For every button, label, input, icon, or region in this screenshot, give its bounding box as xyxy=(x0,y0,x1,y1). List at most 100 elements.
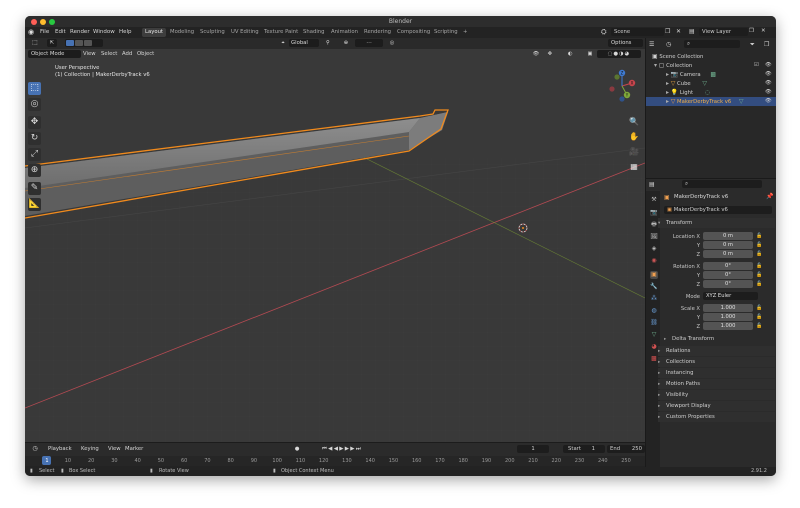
timeline-menu-keying[interactable]: Keying xyxy=(81,445,99,453)
lock-icon[interactable]: 🔓 xyxy=(756,323,762,329)
expand-triangle-icon[interactable]: ▾ xyxy=(654,61,657,70)
scale-z-field[interactable]: 1.000 xyxy=(703,322,753,330)
viewport-menu-select[interactable]: Select xyxy=(101,50,117,58)
options-dropdown[interactable]: Options xyxy=(608,39,643,47)
tab-shading[interactable]: Shading xyxy=(300,28,328,37)
location-x-field[interactable]: 0 m xyxy=(703,232,753,240)
tool-tab-icon[interactable]: ⚒ xyxy=(650,196,658,204)
outliner-row-light[interactable]: ▸ 💡 Light ◌ 👁 xyxy=(646,88,776,97)
timeline-editor[interactable]: ◷ Playback Keying View Marker ● ⏮◀◀▶▶▶⏭ … xyxy=(25,442,658,467)
transform-orientation-dropdown[interactable]: Global xyxy=(289,39,319,47)
material-tab-icon[interactable]: ◕ xyxy=(650,343,658,351)
texture-tab-icon[interactable]: ▩ xyxy=(650,355,658,363)
overlays-icon[interactable]: ◐ xyxy=(565,50,575,58)
instancing-panel[interactable]: ▸ Instancing xyxy=(658,368,775,378)
relations-panel[interactable]: ▸ Relations xyxy=(658,346,775,356)
data-tab-icon[interactable]: ▽ xyxy=(650,331,658,339)
outliner-editor-type-icon[interactable]: ☰ xyxy=(649,41,654,48)
proportional-editing-icon[interactable]: ◎ xyxy=(387,39,397,47)
outliner-row-scene-collection[interactable]: ▣ Scene Collection xyxy=(646,52,776,61)
modifier-tab-icon[interactable]: 🔧 xyxy=(650,283,658,291)
timeline-editor-type-icon[interactable]: ◷ xyxy=(29,445,41,453)
delta-transform-subpanel[interactable]: ▸ Delta Transform xyxy=(664,334,774,344)
pin-icon[interactable]: 📌 xyxy=(766,193,773,200)
outliner-search-input[interactable]: ⌕ xyxy=(684,40,740,48)
viewport-shading-icons[interactable]: ◌●◑◕ xyxy=(597,50,641,58)
object-tab-icon[interactable]: ▣ xyxy=(650,271,658,279)
eye-icon[interactable]: 👁 xyxy=(765,97,772,106)
world-tab-icon[interactable]: ◉ xyxy=(650,257,658,265)
lock-icon[interactable]: 🔓 xyxy=(756,233,762,239)
transform-orientation-icon[interactable]: ⌖ xyxy=(277,39,289,47)
tab-modeling[interactable]: Modeling xyxy=(167,28,197,37)
menu-edit[interactable]: Edit xyxy=(55,29,66,35)
menu-file[interactable]: File xyxy=(40,29,49,35)
timeline-menu-view[interactable]: View xyxy=(108,445,121,453)
new-scene-icon[interactable]: ❐ xyxy=(665,28,670,35)
scene-selector[interactable]: Scene xyxy=(611,28,664,36)
outliner-row-camera[interactable]: ▸ 📷 Camera ▩ 👁 xyxy=(646,70,776,79)
filter-icon[interactable]: ⏷ xyxy=(750,41,755,49)
transform-panel-header[interactable]: ▾ Transform xyxy=(658,218,775,228)
constraints-tab-icon[interactable]: ⛓ xyxy=(650,319,658,327)
tab-animation[interactable]: Animation xyxy=(328,28,361,37)
editor-type-icon[interactable]: ⬚ xyxy=(28,39,42,47)
collections-panel[interactable]: ▸ Collections xyxy=(658,357,775,367)
checkbox-icon[interactable]: ☑ xyxy=(754,61,759,70)
delete-scene-icon[interactable]: ✕ xyxy=(676,28,681,35)
rotation-x-field[interactable]: 0° xyxy=(703,262,753,270)
location-z-field[interactable]: 0 m xyxy=(703,250,753,258)
object-name-field[interactable]: ▣ MakerDerbyTrack v6 xyxy=(664,206,772,214)
scale-y-field[interactable]: 1.000 xyxy=(703,313,753,321)
eye-icon[interactable]: 👁 xyxy=(765,61,772,70)
tab-compositing[interactable]: Compositing xyxy=(394,28,433,37)
cursor-tool[interactable]: ◎ xyxy=(28,98,41,111)
annotate-tool[interactable]: ✎ xyxy=(28,182,41,195)
custom-properties-panel[interactable]: ▸ Custom Properties xyxy=(658,412,775,422)
lock-icon[interactable]: 🔓 xyxy=(756,281,762,287)
view-layer-tab-icon[interactable]: 🖼 xyxy=(650,233,658,241)
visibility-eye-icon[interactable]: 👁 xyxy=(531,50,541,58)
menu-help[interactable]: Help xyxy=(119,29,132,35)
motion-paths-panel[interactable]: ▸ Motion Paths xyxy=(658,379,775,389)
eye-icon[interactable]: 👁 xyxy=(765,88,772,97)
move-tool[interactable]: ✥ xyxy=(28,116,41,129)
view-layer-selector[interactable]: View Layer xyxy=(699,28,748,36)
camera-view-icon[interactable]: 🎥 xyxy=(628,146,640,158)
tab-rendering[interactable]: Rendering xyxy=(361,28,394,37)
snap-icon[interactable]: ⊕ xyxy=(341,39,351,47)
render-tab-icon[interactable]: 📷 xyxy=(650,209,658,217)
record-icon[interactable]: ● xyxy=(293,445,301,453)
properties-search-input[interactable]: ⌕ xyxy=(682,180,762,188)
lock-icon[interactable]: 🔓 xyxy=(756,314,762,320)
lock-icon[interactable]: 🔓 xyxy=(756,242,762,248)
rotate-tool[interactable]: ↻ xyxy=(28,132,41,145)
rotation-z-field[interactable]: 0° xyxy=(703,280,753,288)
viewport-menu-view[interactable]: View xyxy=(83,50,96,58)
pivot-point-icon[interactable]: ⚲ xyxy=(321,39,335,47)
viewport-menu-object[interactable]: Object xyxy=(137,50,154,58)
eye-icon[interactable]: 👁 xyxy=(765,79,772,88)
lock-icon[interactable]: 🔓 xyxy=(756,272,762,278)
select-mode-icons[interactable] xyxy=(65,39,103,47)
output-tab-icon[interactable]: 🖶 xyxy=(650,221,658,229)
end-frame-field[interactable]: End 250 xyxy=(607,445,645,453)
rotation-y-field[interactable]: 0° xyxy=(703,271,753,279)
outliner-row-maker-derby-track[interactable]: ▸ ▽ MakerDerbyTrack v6 ▽ 👁 xyxy=(646,97,776,106)
scale-x-field[interactable]: 1.000 xyxy=(703,304,753,312)
viewport-menu-add[interactable]: Add xyxy=(122,50,132,58)
select-box-tool[interactable]: ⬚ xyxy=(28,82,41,95)
tab-sculpting[interactable]: Sculpting xyxy=(197,28,228,37)
start-frame-field[interactable]: Start 1 xyxy=(563,445,605,453)
scene-tab-icon[interactable]: ◈ xyxy=(650,245,658,253)
outliner-row-collection[interactable]: ▾ ▢ Collection ☑ 👁 xyxy=(646,61,776,70)
outliner-row-cube[interactable]: ▸ ▽ Cube ▽ 👁 xyxy=(646,79,776,88)
outliner-display-mode-icon[interactable]: ◷ xyxy=(666,41,671,48)
snap-settings-icon[interactable]: ⋯ xyxy=(355,39,383,47)
visibility-panel[interactable]: ▸ Visibility xyxy=(658,390,775,400)
viewport-display-panel[interactable]: ▸ Viewport Display xyxy=(658,401,775,411)
timeline-menu-playback[interactable]: Playback xyxy=(48,445,72,453)
new-collection-icon[interactable]: ❐ xyxy=(764,41,769,48)
scale-tool[interactable]: ⤢ xyxy=(28,148,41,161)
collapse-triangle-icon[interactable]: ▸ xyxy=(666,70,669,79)
